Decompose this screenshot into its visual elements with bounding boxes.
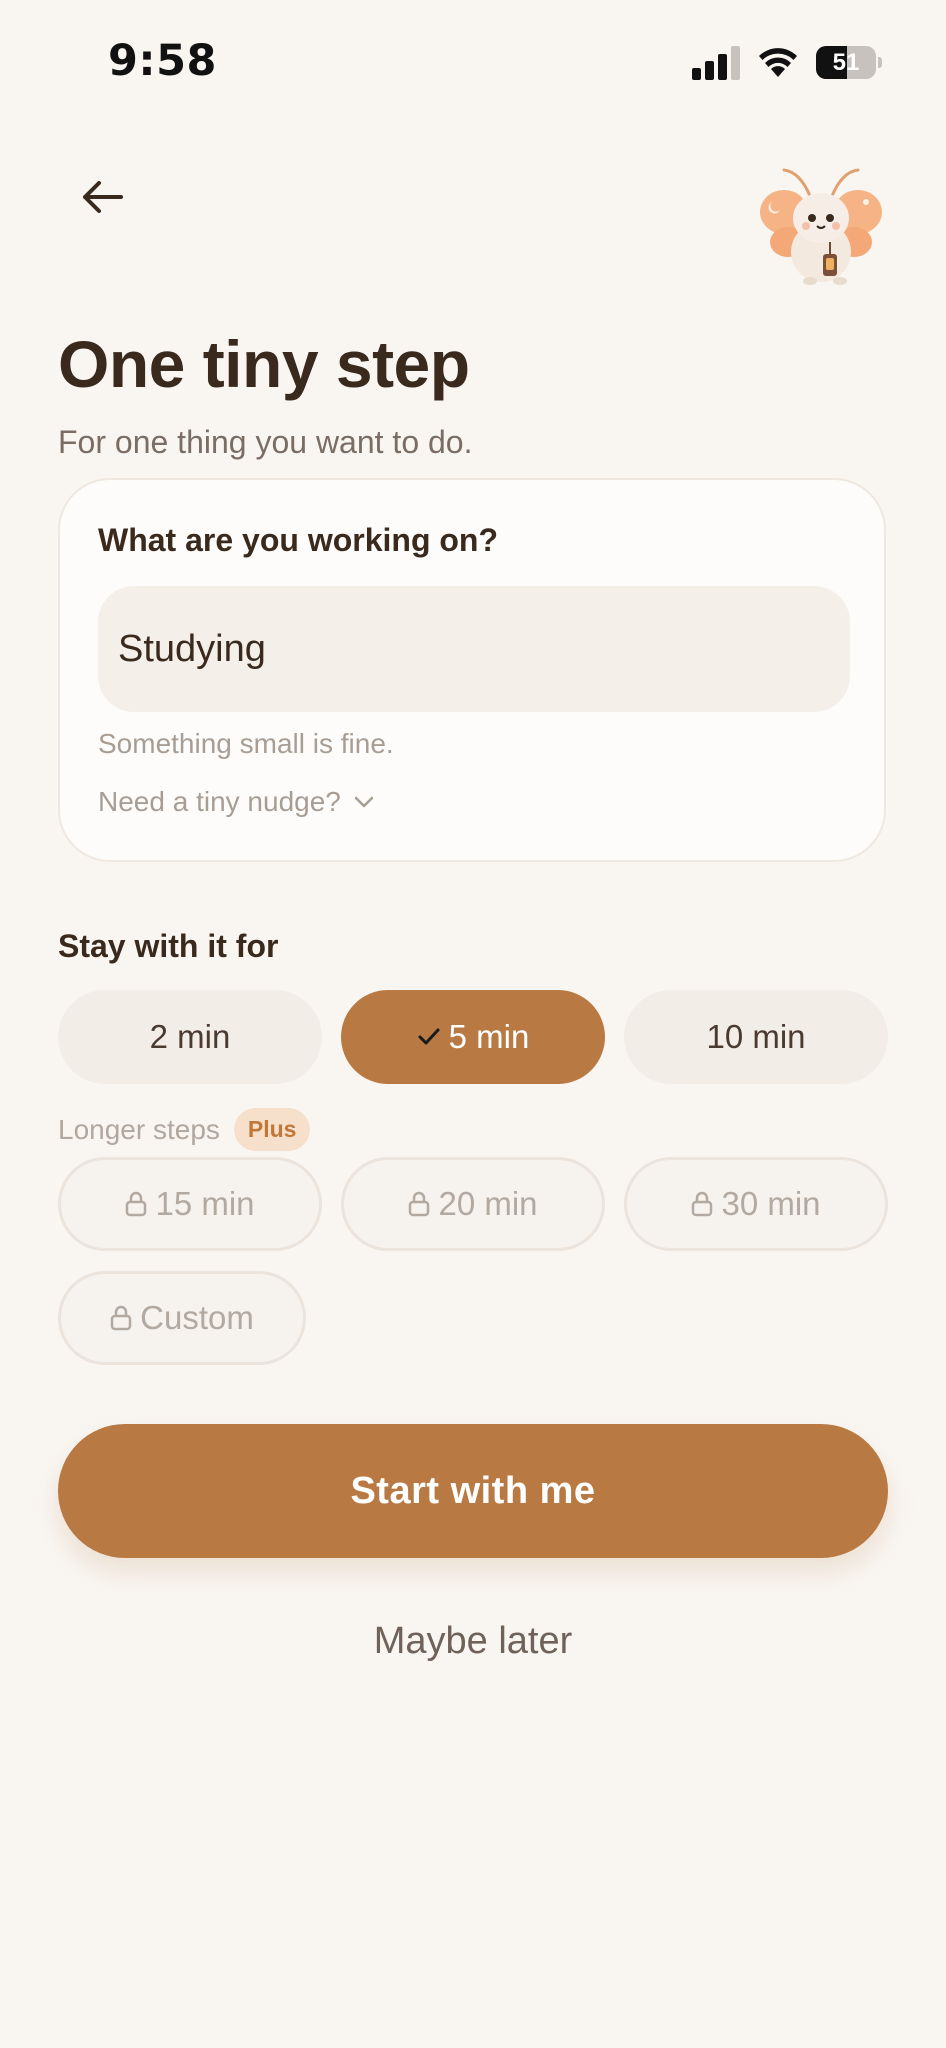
cellular-signal-icon bbox=[692, 46, 740, 80]
duration-option-label: 30 min bbox=[721, 1185, 821, 1222]
duration-option-10-min[interactable]: 10 min bbox=[624, 990, 888, 1084]
nudge-toggle[interactable]: Need a tiny nudge? bbox=[98, 786, 375, 818]
duration-option-15-min-locked[interactable]: 15 min bbox=[58, 1157, 322, 1251]
maybe-later-button[interactable]: Maybe later bbox=[58, 1620, 888, 1663]
chevron-down-icon bbox=[354, 796, 374, 808]
status-time: 9:58 bbox=[108, 36, 217, 86]
page-subtitle: For one thing you want to do. bbox=[58, 424, 473, 460]
duration-option-20-min-locked[interactable]: 20 min bbox=[341, 1157, 605, 1251]
duration-option-label: 10 min bbox=[706, 1018, 806, 1055]
task-input[interactable] bbox=[98, 586, 850, 712]
duration-option-label: 2 min bbox=[149, 1018, 231, 1055]
lock-icon bbox=[692, 1191, 713, 1217]
lock-icon bbox=[110, 1305, 132, 1331]
duration-option-label: 5 min bbox=[448, 1018, 530, 1055]
battery-icon: 51 bbox=[816, 46, 882, 79]
duration-option-custom-locked[interactable]: Custom bbox=[58, 1271, 306, 1365]
back-button[interactable] bbox=[70, 164, 136, 230]
longer-steps-label: Longer steps bbox=[58, 1113, 220, 1145]
wifi-icon bbox=[759, 48, 797, 77]
task-hint: Something small is fine. bbox=[98, 728, 394, 759]
task-question-label: What are you working on? bbox=[98, 522, 499, 558]
lock-icon bbox=[126, 1191, 147, 1217]
arrow-left-icon bbox=[83, 181, 123, 213]
longer-steps-row: Longer steps Plus bbox=[58, 1108, 311, 1151]
lock-icon bbox=[409, 1191, 430, 1217]
duration-label: Stay with it for bbox=[58, 928, 279, 964]
duration-option-label: Custom bbox=[140, 1299, 254, 1336]
nudge-label: Need a tiny nudge? bbox=[98, 786, 341, 817]
page-title: One tiny step bbox=[58, 327, 470, 401]
duration-option-30-min-locked[interactable]: 30 min bbox=[624, 1157, 888, 1251]
start-button[interactable]: Start with me bbox=[58, 1424, 888, 1558]
plus-badge: Plus bbox=[233, 1108, 311, 1151]
moth-mascot-icon bbox=[760, 168, 882, 285]
checkmark-icon bbox=[418, 1028, 440, 1045]
duration-option-label: 15 min bbox=[155, 1185, 255, 1222]
battery-percent: 51 bbox=[832, 49, 860, 76]
duration-option-2-min[interactable]: 2 min bbox=[58, 990, 322, 1084]
duration-option-5-min[interactable]: 5 min bbox=[341, 990, 605, 1084]
duration-option-label: 20 min bbox=[438, 1185, 538, 1222]
